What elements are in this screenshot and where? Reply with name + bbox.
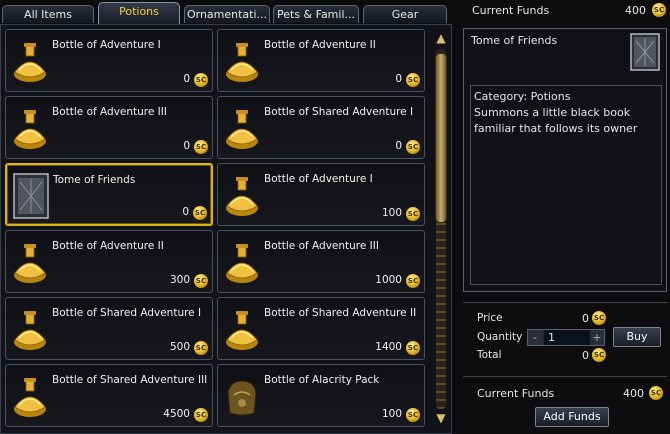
item-name: Bottle of Shared Adventure I — [52, 307, 202, 319]
detail-description: Summons a little black book familiar tha… — [474, 106, 638, 135]
item-cell[interactable]: Bottle of Alacrity Pack 100 SC — [217, 364, 425, 427]
quantity-increment-button[interactable]: + — [590, 330, 604, 345]
coin-icon: SC — [194, 274, 208, 288]
potion-bottle-icon — [12, 306, 48, 352]
item-name: Bottle of Adventure II — [52, 240, 164, 252]
potion-bottle-icon — [12, 105, 48, 151]
item-cell[interactable]: Bottle of Adventure II 0 SC — [217, 29, 425, 92]
coin-icon: SC — [406, 274, 420, 288]
current-funds-label: Current Funds — [472, 4, 550, 17]
potion-bottle-icon — [12, 38, 48, 84]
item-cell[interactable]: Tome of Friends 0 SC — [5, 163, 213, 226]
item-name: Bottle of Shared Adventure III — [52, 374, 208, 386]
scroll-up-arrow-icon[interactable]: ▲ — [433, 31, 449, 49]
item-price: 300 — [169, 274, 190, 286]
item-cell[interactable]: Bottle of Adventure III 1000 SC — [217, 230, 425, 293]
buy-button[interactable]: Buy — [613, 327, 661, 347]
price-value: 0 — [582, 312, 589, 325]
coin-icon: SC — [592, 348, 606, 362]
current-funds-label: Current Funds — [477, 387, 555, 400]
item-list-scrollbar[interactable]: ▲ ▼ — [433, 29, 449, 429]
detail-category: Category: Potions — [474, 90, 571, 103]
purchase-panel: Price 0 SC Quantity - + Buy Total 0 SC — [463, 302, 667, 366]
current-funds-value: 400 — [623, 387, 644, 400]
item-price: 0 — [183, 140, 190, 152]
tome-icon — [630, 33, 660, 71]
quantity-label: Quantity — [477, 331, 523, 343]
item-price: 0 — [395, 140, 402, 152]
quantity-stepper: - + — [527, 329, 605, 346]
price-label: Price — [477, 312, 503, 324]
item-price: 0 — [182, 206, 189, 218]
current-funds-value: 400 — [625, 4, 646, 17]
item-name: Tome of Friends — [53, 174, 136, 186]
coin-icon: SC — [649, 386, 663, 400]
scroll-thumb[interactable] — [435, 53, 447, 223]
coin-icon: SC — [406, 140, 420, 154]
item-cell[interactable]: Bottle of Adventure I 100 SC — [217, 163, 425, 226]
coin-icon: SC — [406, 341, 420, 355]
item-cell[interactable]: Bottle of Adventure I 0 SC — [5, 29, 213, 92]
add-funds-button[interactable]: Add Funds — [535, 407, 609, 427]
tab-ornamentation[interactable]: Ornamentati... — [184, 5, 270, 23]
item-name: Bottle of Adventure III — [264, 240, 379, 252]
coin-icon: SC — [406, 408, 420, 422]
coin-icon: SC — [194, 140, 208, 154]
total-label: Total — [477, 349, 502, 361]
potion-bottle-icon — [12, 373, 48, 419]
coin-icon: SC — [194, 73, 208, 87]
coin-icon: SC — [652, 3, 666, 17]
item-name: Bottle of Adventure I — [264, 173, 373, 185]
scroll-down-arrow-icon[interactable]: ▼ — [433, 411, 449, 429]
alacrity-pack-icon — [224, 373, 260, 419]
potion-bottle-icon — [224, 105, 260, 151]
item-price: 100 — [381, 207, 402, 219]
quantity-input[interactable] — [544, 330, 590, 345]
item-cell[interactable]: Bottle of Shared Adventure I 0 SC — [217, 96, 425, 159]
item-name: Bottle of Alacrity Pack — [264, 374, 380, 386]
potion-bottle-icon — [224, 38, 260, 84]
item-name: Bottle of Adventure II — [264, 39, 376, 51]
item-price: 100 — [381, 408, 402, 420]
quantity-decrement-button[interactable]: - — [528, 330, 542, 345]
item-name: Bottle of Adventure III — [52, 106, 167, 118]
item-cell[interactable]: Bottle of Adventure III 0 SC — [5, 96, 213, 159]
item-cell[interactable]: Bottle of Adventure II 300 SC — [5, 230, 213, 293]
item-cell[interactable]: Bottle of Shared Adventure II 1400 SC — [217, 297, 425, 360]
item-cell[interactable]: Bottle of Shared Adventure I 500 SC — [5, 297, 213, 360]
tab-potions[interactable]: Potions — [98, 2, 180, 24]
item-name: Bottle of Shared Adventure I — [264, 106, 414, 118]
item-price: 500 — [169, 341, 190, 353]
item-price: 1400 — [375, 341, 402, 353]
item-name: Bottle of Shared Adventure II — [264, 307, 417, 319]
potion-bottle-icon — [224, 172, 260, 218]
potion-bottle-icon — [224, 239, 260, 285]
coin-icon: SC — [194, 341, 208, 355]
tab-gear[interactable]: Gear — [363, 5, 447, 23]
item-list: Bottle of Adventure I 0 SC Bottle of Advent… — [0, 24, 452, 434]
item-detail-panel: Tome of Friends Category: Potions Summon… — [463, 28, 667, 292]
detail-title: Tome of Friends — [471, 34, 558, 47]
tab-pets-familiars[interactable]: Pets & Famil... — [273, 5, 359, 23]
tab-all-items[interactable]: All Items — [2, 5, 94, 23]
coin-icon: SC — [193, 206, 207, 220]
coin-icon: SC — [194, 408, 208, 422]
item-name: Bottle of Adventure I — [52, 39, 161, 51]
funds-panel: Current Funds 400 SC Add Funds — [463, 376, 667, 432]
total-value: 0 — [582, 349, 589, 362]
detail-description-box: Category: Potions Summons a little black… — [470, 85, 662, 285]
item-price: 4500 — [163, 408, 190, 420]
coin-icon: SC — [406, 207, 420, 221]
coin-icon: SC — [406, 73, 420, 87]
item-cell[interactable]: Bottle of Shared Adventure III 4500 SC — [5, 364, 213, 427]
tome-icon — [13, 173, 49, 219]
header-funds: Current Funds 400 SC — [460, 0, 670, 20]
potion-bottle-icon — [12, 239, 48, 285]
item-price: 0 — [183, 73, 190, 85]
item-price: 1000 — [375, 274, 402, 286]
category-tabs: All Items Potions Ornamentati... Pets & … — [0, 0, 452, 26]
potion-bottle-icon — [224, 306, 260, 352]
coin-icon: SC — [592, 311, 606, 325]
item-price: 0 — [395, 73, 402, 85]
